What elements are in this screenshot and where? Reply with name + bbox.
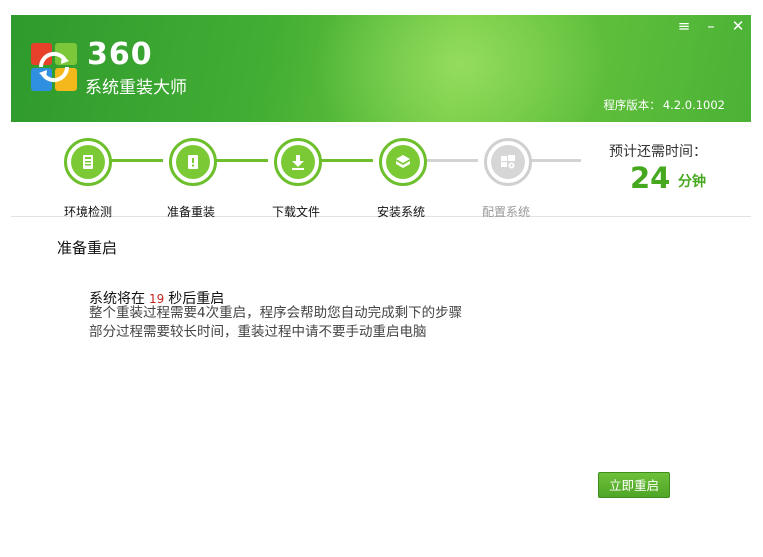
step-label: 配置系统 [481, 205, 530, 219]
page-title: 准备重启 [57, 239, 118, 257]
eta-label: 预计还需时间： [609, 144, 707, 160]
monitor-icon [83, 155, 93, 169]
download-icon [292, 155, 304, 170]
step-label: 准备重装 [166, 205, 215, 219]
header-glow [311, 15, 611, 122]
step-connector [216, 159, 268, 162]
step-connector [111, 159, 163, 162]
menu-icon[interactable]: ≡ [674, 17, 694, 35]
step-download-files [274, 138, 322, 186]
app-name: 系统重装大师 [85, 78, 187, 98]
step-environment-check [64, 138, 112, 186]
installer-window: 360 系统重装大师 ≡ – ✕ 程序版本： 4.2.0.1002 环境检测 准… [11, 15, 751, 557]
logo-360-icon [31, 43, 77, 91]
restart-now-button[interactable]: 立即重启 [598, 472, 670, 498]
eta-value: 24 [630, 161, 671, 195]
minimize-button[interactable]: – [701, 17, 721, 35]
step-label: 环境检测 [63, 205, 112, 219]
step-prepare-reinstall [169, 138, 217, 186]
step-configure-system [484, 138, 532, 186]
close-button[interactable]: ✕ [728, 17, 748, 35]
step-connector [321, 159, 373, 162]
info-line: 整个重装过程需要4次重启，程序会帮助您自动完成剩下的步骤 [89, 305, 463, 321]
step-label: 安装系统 [376, 205, 425, 219]
step-label: 下载文件 [271, 205, 320, 219]
eta-unit: 分钟 [678, 174, 706, 190]
step-connector [531, 159, 581, 162]
version-value: 4.2.0.1002 [662, 98, 725, 112]
logo-number: 360 [87, 37, 153, 72]
install-icon [396, 155, 410, 168]
version-info: 程序版本： 4.2.0.1002 [601, 97, 725, 113]
document-icon [188, 155, 198, 169]
windows-config-icon [501, 155, 515, 169]
step-connector [426, 159, 478, 162]
title-bar[interactable]: 360 系统重装大师 ≡ – ✕ 程序版本： 4.2.0.1002 [11, 15, 751, 122]
info-line: 部分过程需要较长时间，重装过程中请不要手动重启电脑 [89, 324, 427, 340]
version-label: 程序版本： [603, 98, 661, 112]
step-install-system [379, 138, 427, 186]
